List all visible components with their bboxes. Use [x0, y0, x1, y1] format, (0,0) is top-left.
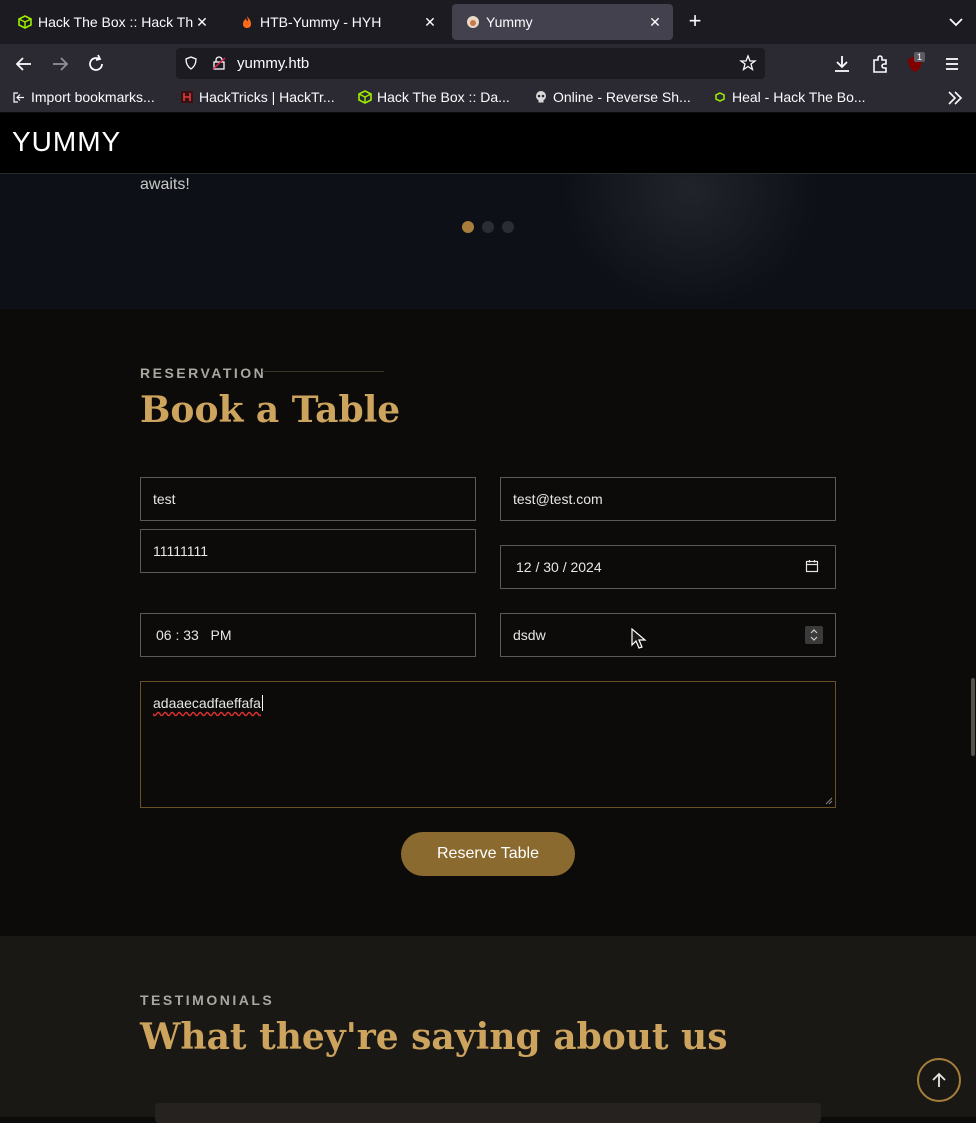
shield-icon[interactable] — [183, 55, 199, 71]
star-icon[interactable] — [739, 54, 757, 72]
number-spinner-icon[interactable] — [805, 626, 823, 644]
site-logo[interactable]: YUMMY — [12, 126, 121, 158]
resize-handle-icon[interactable] — [825, 797, 833, 805]
chevron-down-icon[interactable] — [946, 12, 966, 32]
carousel-dot[interactable] — [502, 221, 514, 233]
bookmark-hacktricks[interactable]: HackTricks | HackTr... — [180, 89, 335, 105]
tab-title: Hack The Box :: Hack Th — [38, 14, 194, 30]
carousel-dot[interactable] — [482, 221, 494, 233]
bookmark-label: Heal - Hack The Bo... — [732, 89, 866, 105]
text-caret — [261, 695, 263, 711]
yummy-favicon — [467, 16, 479, 28]
tab-htb-yummy[interactable]: HTB-Yummy - HYH ✕ — [226, 4, 448, 40]
tab-bar: Hack The Box :: Hack Th ✕ HTB-Yummy - HY… — [0, 0, 976, 44]
testimonials-title: What they're saying about us — [140, 1016, 728, 1058]
kicker-divider — [262, 371, 384, 372]
phone-value: 11111111 — [153, 543, 209, 559]
date-field[interactable]: 12 / 30 / 2024 — [500, 545, 836, 589]
name-value: test — [153, 491, 176, 507]
testimonials-kicker: TESTIMONIALS — [140, 992, 275, 1008]
hamburger-menu-icon[interactable] — [940, 52, 964, 76]
bookmark-label: Import bookmarks... — [31, 89, 155, 105]
tab-hack-the-box[interactable]: Hack The Box :: Hack Th ✕ — [4, 4, 220, 40]
tab-yummy[interactable]: Yummy ✕ — [452, 4, 673, 40]
bookmark-heal[interactable]: Heal - Hack The Bo... — [713, 89, 866, 105]
insecure-lock-icon[interactable] — [211, 55, 227, 71]
close-icon[interactable]: ✕ — [422, 14, 438, 30]
url-text[interactable]: yummy.htb — [237, 55, 309, 72]
flame-icon — [243, 16, 251, 28]
close-icon[interactable]: ✕ — [194, 14, 210, 30]
tab-title: Yummy — [486, 14, 533, 30]
message-textarea[interactable]: adaaecadfaeffafa — [140, 681, 836, 808]
tab-title: HTB-Yummy - HYH — [260, 14, 382, 30]
time-value: 06 : 33 PM — [156, 627, 232, 643]
name-field[interactable]: test — [140, 477, 476, 521]
bookmark-label: Hack The Box :: Da... — [377, 89, 510, 105]
skull-icon — [536, 91, 546, 103]
email-value: test@test.com — [513, 491, 603, 507]
arrow-up-icon — [932, 1072, 946, 1087]
close-icon[interactable]: ✕ — [647, 14, 663, 30]
new-tab-button[interactable]: + — [684, 10, 706, 33]
reservation-title: Book a Table — [140, 389, 401, 431]
reload-icon[interactable] — [84, 52, 108, 76]
people-field[interactable]: dsdw — [500, 613, 836, 657]
import-icon — [13, 92, 24, 103]
people-value: dsdw — [513, 627, 546, 643]
email-field[interactable]: test@test.com — [500, 477, 836, 521]
htb-cube-icon — [358, 90, 372, 104]
date-value: 12 / 30 / 2024 — [516, 559, 602, 575]
hacktricks-icon — [181, 91, 193, 103]
time-field[interactable]: 06 : 33 PM — [140, 613, 476, 657]
chevron-double-right-icon[interactable] — [946, 90, 964, 106]
carousel-dot[interactable] — [462, 221, 474, 233]
testimonial-card — [155, 1103, 821, 1123]
extensions-puzzle-icon[interactable] — [868, 52, 892, 76]
back-arrow-icon[interactable] — [12, 52, 36, 76]
bookmark-import[interactable]: Import bookmarks... — [12, 89, 155, 105]
bookmark-label: HackTricks | HackTr... — [199, 89, 335, 105]
bookmark-htb-dashboard[interactable]: Hack The Box :: Da... — [358, 89, 510, 105]
page-scrollbar[interactable] — [971, 678, 975, 756]
bookmark-reverse-shell[interactable]: Online - Reverse Sh... — [534, 89, 691, 105]
site-header — [0, 113, 976, 174]
phone-field[interactable]: 11111111 — [140, 529, 476, 573]
htb-cube-icon — [18, 15, 32, 29]
extension-badge: 1 — [914, 52, 926, 62]
calendar-icon[interactable] — [805, 559, 819, 573]
message-value: adaaecadfaeffafa — [153, 695, 261, 711]
htb-small-icon — [715, 92, 725, 102]
bookmark-label: Online - Reverse Sh... — [553, 89, 691, 105]
download-icon[interactable] — [830, 52, 854, 76]
scroll-to-top-button[interactable] — [917, 1058, 961, 1102]
reservation-kicker: RESERVATION — [140, 365, 267, 381]
mouse-cursor-icon — [631, 628, 647, 649]
forward-arrow-icon[interactable] — [48, 52, 72, 76]
reserve-table-button[interactable]: Reserve Table — [401, 832, 575, 876]
